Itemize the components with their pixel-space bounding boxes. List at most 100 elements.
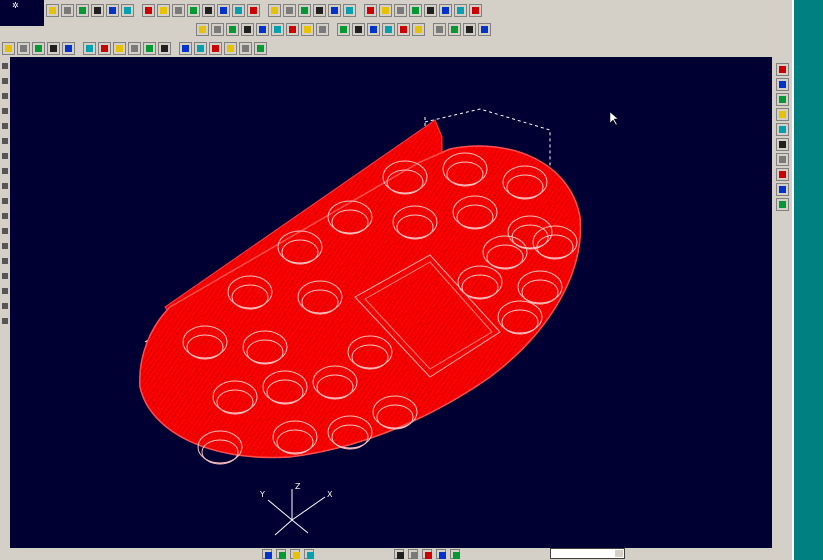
side-tool-icon[interactable] xyxy=(2,228,8,234)
print-icon[interactable] xyxy=(91,3,104,17)
sweep-icon[interactable] xyxy=(382,22,395,36)
side-tool-icon[interactable] xyxy=(2,123,8,129)
side-tool-icon[interactable] xyxy=(2,108,8,114)
check-icon[interactable] xyxy=(379,3,392,17)
revolve-icon[interactable] xyxy=(367,22,380,36)
pocket-icon[interactable] xyxy=(433,22,446,36)
side-tool-icon[interactable] xyxy=(2,198,8,204)
move-icon[interactable] xyxy=(143,41,156,55)
layer-icon[interactable] xyxy=(217,3,230,17)
mesh-icon[interactable] xyxy=(301,22,314,36)
side-tool-icon[interactable] xyxy=(2,213,8,219)
shade-icon[interactable] xyxy=(328,3,341,17)
array-icon[interactable] xyxy=(179,41,192,55)
side-tool-icon[interactable] xyxy=(2,168,8,174)
drill-icon[interactable] xyxy=(448,22,461,36)
graphics-viewport[interactable]: Z Y X xyxy=(10,57,772,548)
system-menu[interactable]: ✲ xyxy=(0,0,44,26)
extrude-icon[interactable] xyxy=(352,22,365,36)
solid-icon[interactable] xyxy=(271,22,284,36)
side-tool-icon[interactable] xyxy=(2,258,8,264)
side-tool-icon[interactable] xyxy=(2,183,8,189)
mirror-icon[interactable] xyxy=(113,41,126,55)
spline-icon[interactable] xyxy=(47,41,60,55)
new-icon[interactable] xyxy=(46,3,59,17)
status-icon[interactable] xyxy=(304,549,314,559)
copy-icon[interactable] xyxy=(128,41,141,55)
3d-icon[interactable] xyxy=(478,22,491,36)
cube-icon[interactable] xyxy=(283,3,296,17)
text-icon[interactable] xyxy=(209,41,222,55)
status-icon[interactable] xyxy=(394,549,404,559)
view-icon[interactable] xyxy=(776,93,789,106)
select-icon[interactable] xyxy=(2,41,15,55)
zoom-out-icon[interactable] xyxy=(157,3,170,17)
box-icon[interactable] xyxy=(241,22,254,36)
tool-icon[interactable] xyxy=(454,3,467,17)
sheet-icon[interactable] xyxy=(463,22,476,36)
open-icon[interactable] xyxy=(61,3,74,17)
scale-icon[interactable] xyxy=(158,41,171,55)
line-icon[interactable] xyxy=(32,41,45,55)
view-icon[interactable] xyxy=(232,3,245,17)
zoom-icon[interactable] xyxy=(776,63,789,76)
side-tool-icon[interactable] xyxy=(2,153,8,159)
side-tool-icon[interactable] xyxy=(2,303,8,309)
shade-icon[interactable] xyxy=(776,78,789,91)
side-tool-icon[interactable] xyxy=(2,63,8,69)
side-tool-icon[interactable] xyxy=(2,93,8,99)
grid-icon[interactable] xyxy=(343,3,356,17)
snap-icon[interactable] xyxy=(364,3,377,17)
point-icon[interactable] xyxy=(17,41,30,55)
cube-icon[interactable] xyxy=(298,3,311,17)
side-tool-icon[interactable] xyxy=(2,243,8,249)
render-icon[interactable] xyxy=(313,3,326,17)
fillet-icon[interactable] xyxy=(316,22,329,36)
tool-icon[interactable] xyxy=(394,3,407,17)
tool-icon[interactable] xyxy=(424,3,437,17)
hatch-icon[interactable] xyxy=(224,41,237,55)
extend-icon[interactable] xyxy=(83,41,96,55)
status-icon[interactable] xyxy=(276,549,286,559)
surface-icon[interactable] xyxy=(286,22,299,36)
text-size-icon[interactable] xyxy=(776,198,789,211)
shell-icon[interactable] xyxy=(412,22,425,36)
status-dropdown[interactable] xyxy=(550,548,625,559)
zoom-in-icon[interactable] xyxy=(142,3,155,17)
camera-icon[interactable] xyxy=(776,153,789,166)
color-icon[interactable] xyxy=(776,168,789,181)
rotate-icon[interactable] xyxy=(187,3,200,17)
grid-icon[interactable] xyxy=(776,183,789,196)
side-tool-icon[interactable] xyxy=(2,273,8,279)
pan-icon[interactable] xyxy=(172,3,185,17)
loft-icon[interactable] xyxy=(397,22,410,36)
save-icon[interactable] xyxy=(76,3,89,17)
fit-icon[interactable] xyxy=(202,3,215,17)
close-icon[interactable] xyxy=(450,549,460,559)
offset-icon[interactable] xyxy=(98,41,111,55)
status-icon[interactable] xyxy=(436,549,446,559)
status-icon[interactable] xyxy=(422,549,432,559)
line-icon[interactable] xyxy=(196,22,209,36)
layer-icon[interactable] xyxy=(776,108,789,121)
arc-icon[interactable] xyxy=(211,22,224,36)
side-tool-icon[interactable] xyxy=(2,138,8,144)
side-tool-icon[interactable] xyxy=(2,318,8,324)
side-tool-icon[interactable] xyxy=(2,78,8,84)
status-icon[interactable] xyxy=(262,549,272,559)
tool-icon[interactable] xyxy=(439,3,452,17)
cube-icon[interactable] xyxy=(268,3,281,17)
tool-icon[interactable] xyxy=(409,3,422,17)
render-icon[interactable] xyxy=(776,138,789,151)
window-icon[interactable] xyxy=(247,3,260,17)
delete-icon[interactable] xyxy=(254,41,267,55)
status-icon[interactable] xyxy=(408,549,418,559)
status-icon[interactable] xyxy=(290,549,300,559)
list-icon[interactable] xyxy=(106,3,119,17)
light-icon[interactable] xyxy=(776,123,789,136)
trim-icon[interactable] xyxy=(62,41,75,55)
chamfer-icon[interactable] xyxy=(337,22,350,36)
cylinder-icon[interactable] xyxy=(256,22,269,36)
circle-icon[interactable] xyxy=(226,22,239,36)
tool-icon[interactable] xyxy=(469,3,482,17)
